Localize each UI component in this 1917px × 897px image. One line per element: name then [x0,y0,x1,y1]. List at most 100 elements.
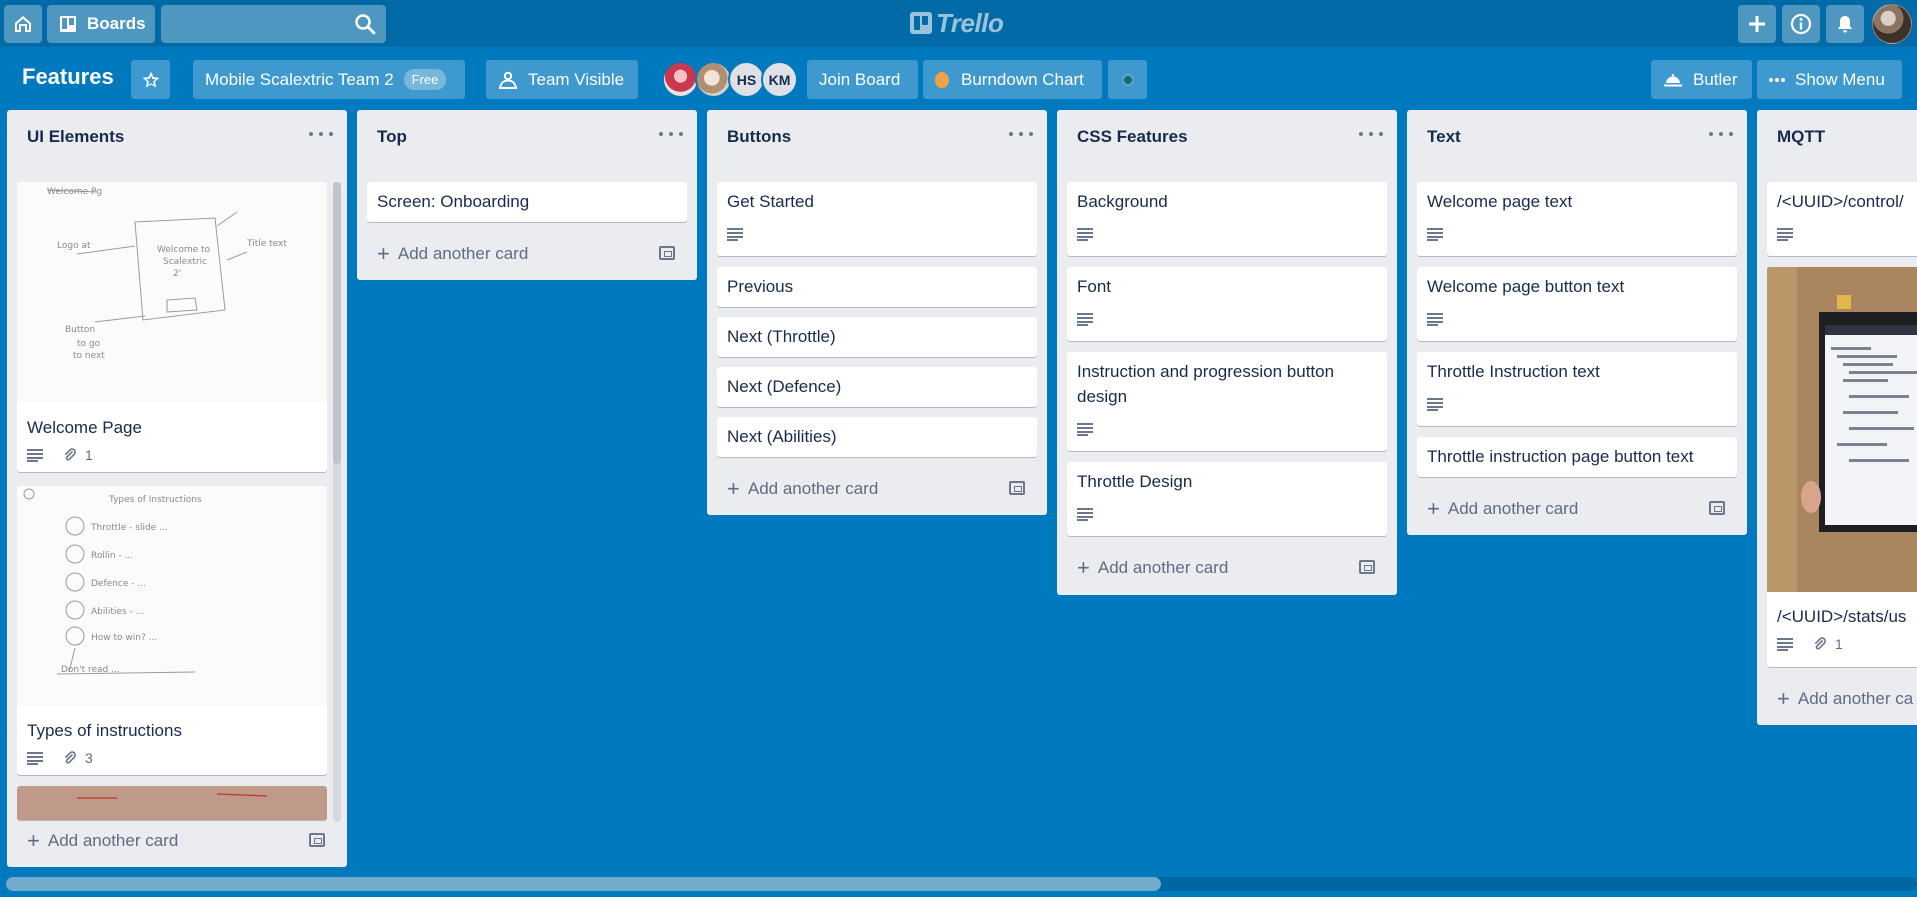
card-title: Next (Abilities) [727,427,837,446]
add-card-button[interactable]: + Add another ca [1777,688,1913,710]
create-button[interactable] [1738,5,1776,43]
list-menu-button[interactable] [309,124,333,144]
svg-text:Title text: Title text [246,239,287,249]
team-visible-icon [498,71,518,89]
plus-icon: + [727,476,740,501]
plus-icon: + [27,828,40,853]
add-card-button[interactable]: + Add another card [27,830,178,852]
list-title[interactable]: Text [1427,127,1461,147]
svg-text:2': 2' [173,269,181,279]
powerup-button[interactable] [1108,60,1147,99]
user-avatar[interactable] [1872,4,1912,44]
card-title: Throttle Design [1077,472,1193,491]
plus-icon: + [1427,496,1440,521]
attachment-count: 1 [85,447,93,463]
card-badges [1077,508,1113,521]
card[interactable] [17,786,327,820]
list-menu-button[interactable] [1359,124,1383,144]
card[interactable]: Welcome page text [1417,182,1737,256]
svg-text:Don't read ...: Don't read ... [61,665,120,675]
powerup-icon [1121,73,1134,86]
home-button[interactable] [4,5,42,43]
card-badges [1077,313,1113,326]
add-card-button[interactable]: + Add another card [1077,557,1228,579]
member-avatar[interactable]: KM [761,61,798,98]
list-menu-button[interactable] [659,124,683,144]
card-title: Previous [727,277,794,296]
card-template-icon[interactable] [1709,501,1725,515]
butler-button[interactable]: Butler [1651,60,1752,99]
list-scrollbar[interactable] [333,182,341,822]
card-title: Types of instructions [27,721,182,740]
board-horizontal-scrollbar[interactable] [6,877,1917,891]
bell-icon [1838,16,1852,33]
star-button[interactable] [131,60,170,99]
list-mqtt[interactable]: MQTT /<UUID>/control/ /<UUID>/stats/us 1… [1757,110,1917,725]
visibility-label: Team Visible [528,69,625,89]
list-css-features[interactable]: CSS Features Background Font Instruction… [1057,110,1397,595]
list-title[interactable]: Buttons [727,127,791,147]
member-avatar[interactable]: HS [728,61,765,98]
card[interactable]: Throttle instruction page button text [1417,437,1737,477]
card[interactable]: Font [1067,267,1387,341]
card[interactable]: Screen: Onboarding [367,182,687,222]
search-input[interactable] [161,5,386,43]
notifications-button[interactable] [1826,5,1864,43]
list-title[interactable]: CSS Features [1077,127,1188,147]
boards-button[interactable]: Boards [47,5,155,43]
card[interactable]: Next (Abilities) [717,417,1037,457]
board-title[interactable]: Features [22,64,114,90]
card-badges [1077,423,1113,436]
list-top[interactable]: Top Screen: Onboarding + Add another car… [357,110,697,280]
plan-badge: Free [403,69,447,90]
list-buttons[interactable]: Buttons Get Started Previous Next (Throt… [707,110,1047,515]
logo-text: Trello [936,7,1004,38]
scrollbar-thumb[interactable] [6,877,1161,891]
search-icon[interactable] [354,13,376,35]
card[interactable]: Next (Defence) [717,367,1037,407]
member-avatar[interactable] [662,61,699,98]
card-template-icon[interactable] [1359,560,1375,574]
butler-bell-icon [1664,73,1682,86]
list-title[interactable]: MQTT [1777,127,1825,147]
card[interactable]: Instruction and progression button desig… [1067,352,1387,451]
attachment-count: 3 [85,750,93,766]
card[interactable]: /<UUID>/control/ [1767,182,1917,256]
trello-logo[interactable]: Trello [910,7,1004,38]
svg-text:Defence - ...: Defence - ... [91,579,146,589]
list-title[interactable]: UI Elements [27,127,124,147]
list-menu-button[interactable] [1009,124,1033,144]
add-card-button[interactable]: + Add another card [727,478,878,500]
list-ui-elements[interactable]: UI Elements Welcome Pg Welcome to Scalex… [7,110,347,867]
list-menu-button[interactable] [1709,124,1733,144]
card-template-icon[interactable] [309,833,325,847]
list-text[interactable]: Text Welcome page text Welcome page butt… [1407,110,1747,535]
visibility-button[interactable]: Team Visible [486,60,638,99]
description-icon [27,752,43,765]
card[interactable]: Throttle Instruction text [1417,352,1737,426]
card[interactable]: Welcome page button text [1417,267,1737,341]
add-card-button[interactable]: + Add another card [1427,498,1578,520]
card[interactable]: Background [1067,182,1387,256]
info-button[interactable] [1782,5,1820,43]
add-card-button[interactable]: + Add another card [377,243,528,265]
join-board-button[interactable]: Join Board [807,60,918,99]
card[interactable]: Throttle Design [1067,462,1387,536]
burndown-chart-button[interactable]: Burndown Chart [923,60,1102,99]
card[interactable]: Welcome Pg Welcome to Scalextric 2' Logo… [17,182,327,472]
card-template-icon[interactable] [659,246,675,260]
show-menu-label: Show Menu [1795,69,1885,89]
member-avatar[interactable] [695,61,732,98]
card[interactable]: Next (Throttle) [717,317,1037,357]
show-menu-button[interactable]: Show Menu [1757,60,1902,99]
card[interactable]: /<UUID>/stats/us 1 [1767,267,1917,667]
card[interactable]: Types of Instructions Throttle - slide .… [17,486,327,775]
list-title[interactable]: Top [377,127,407,147]
boards-icon [60,16,76,32]
card[interactable]: Get Started [717,182,1037,256]
card-template-icon[interactable] [1009,481,1025,495]
team-button[interactable]: Mobile Scalextric Team 2 Free [193,60,465,99]
add-card-label: Add another card [1447,499,1579,518]
card[interactable]: Previous [717,267,1037,307]
description-icon [1427,398,1443,411]
